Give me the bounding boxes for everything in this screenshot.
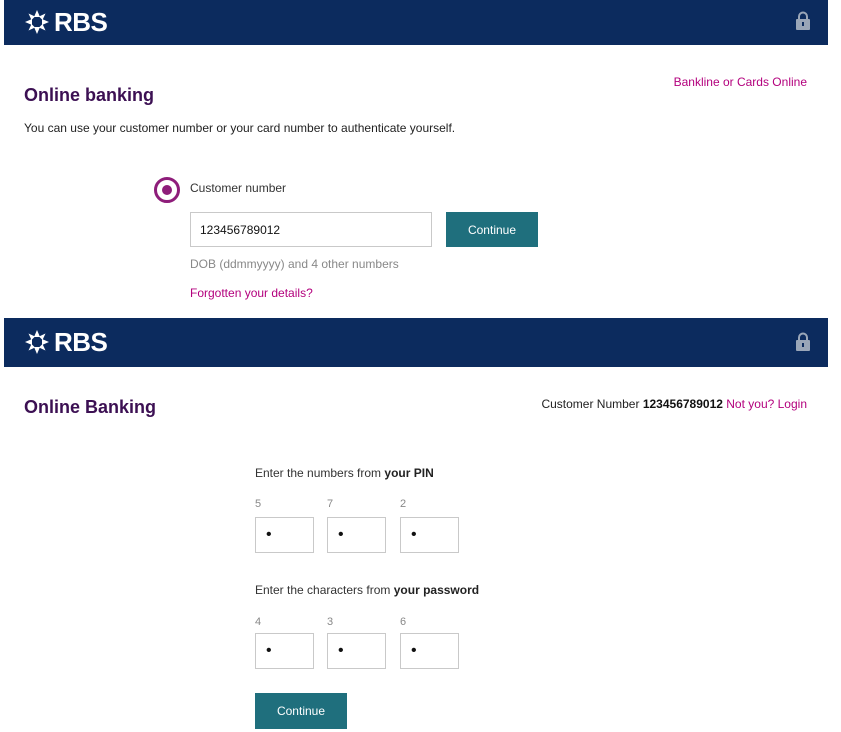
customer-number-info: Customer Number 123456789012 Not you? Lo…: [541, 397, 807, 411]
not-you-login-link[interactable]: Not you? Login: [726, 397, 807, 411]
page-title: Online banking: [24, 85, 155, 105]
customer-number-input[interactable]: [190, 212, 432, 247]
padlock-icon: [796, 11, 810, 30]
customer-number-screen: RBS Bankline or Cards Online Online bank…: [4, 0, 828, 318]
pin-digit-input[interactable]: [327, 517, 386, 553]
password-position-label: 3: [327, 616, 334, 628]
pin-digit-input[interactable]: [255, 517, 314, 553]
pin-prompt: Enter the numbers from your PIN: [255, 466, 434, 480]
customer-number-radio[interactable]: [154, 177, 180, 203]
logo-text: RBS: [54, 6, 108, 37]
rbs-daisy-wheel-icon: [25, 10, 49, 34]
pin-digit-input[interactable]: [400, 517, 459, 553]
rbs-daisy-wheel-icon: [25, 330, 49, 354]
rbs-logo[interactable]: RBS: [24, 326, 108, 357]
pin-position-label: 2: [400, 498, 407, 510]
pin-prompt-bold: your PIN: [384, 466, 434, 480]
top-header-bar: RBS: [4, 0, 828, 45]
customer-number-value: 123456789012: [642, 397, 723, 411]
pin-position-label: 5: [255, 498, 262, 510]
pin-position-label: 7: [327, 498, 334, 510]
pin-password-screen: RBS Online Banking Customer Number 12345…: [4, 318, 828, 732]
password-prompt: Enter the characters from your password: [255, 583, 479, 597]
customer-number-label: Customer Number: [541, 397, 640, 411]
logo-text: RBS: [54, 326, 108, 357]
continue-button[interactable]: Continue: [255, 693, 347, 729]
bankline-cards-online-link[interactable]: Bankline or Cards Online: [674, 75, 807, 89]
input-hint: DOB (ddmmyyyy) and 4 other numbers: [190, 257, 399, 271]
continue-button[interactable]: Continue: [446, 212, 538, 247]
customer-number-radio-label: Customer number: [190, 181, 287, 195]
intro-text: You can use your customer number or your…: [24, 121, 456, 135]
password-position-label: 4: [255, 616, 262, 628]
rbs-logo[interactable]: RBS: [24, 6, 108, 37]
password-position-label: 6: [400, 616, 407, 628]
password-prompt-bold: your password: [393, 583, 480, 597]
padlock-icon: [796, 332, 810, 351]
forgotten-details-link[interactable]: Forgotten your details?: [190, 286, 313, 300]
bottom-header-bar: RBS: [4, 318, 828, 367]
password-prompt-text: Enter the characters from: [255, 583, 391, 597]
password-char-input[interactable]: [255, 633, 314, 669]
pin-prompt-text: Enter the numbers from: [255, 466, 382, 480]
password-char-input[interactable]: [400, 633, 459, 669]
password-char-input[interactable]: [327, 633, 386, 669]
page-title: Online Banking: [24, 397, 157, 417]
